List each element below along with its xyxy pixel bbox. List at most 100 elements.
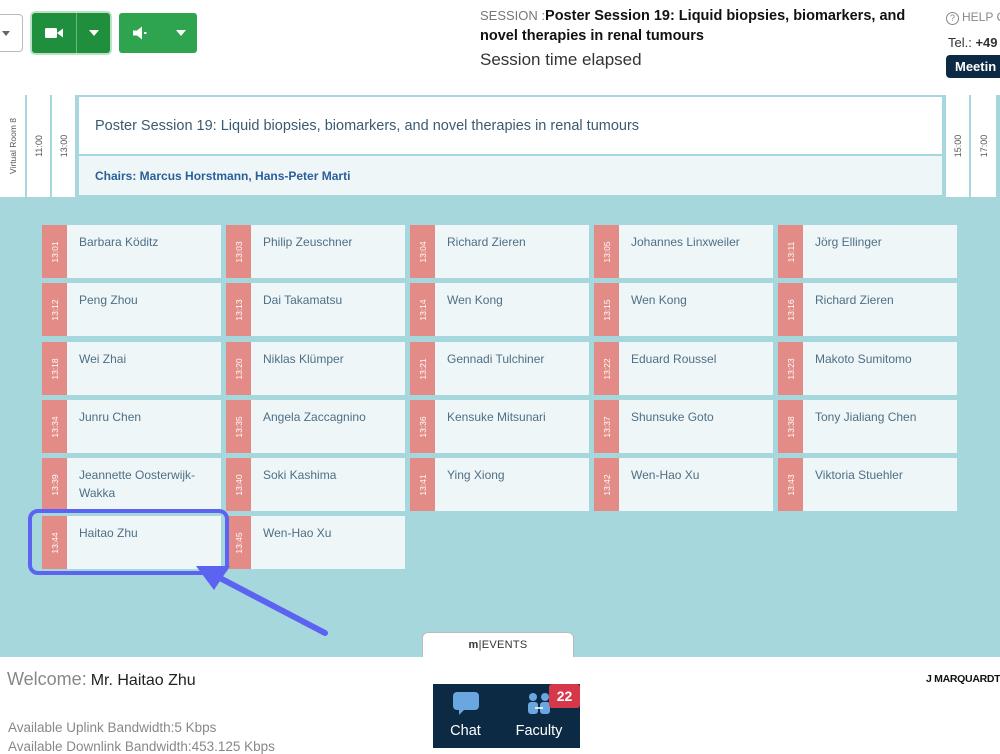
presentation-time: 13:03 [226,225,251,278]
user-name: Mr. Haitao Zhu [90,672,196,689]
presentation-time-label: 13:18 [49,357,60,380]
presentation-card[interactable]: 13:15 Wen Kong [594,283,773,336]
presenter-name: Soki Kashima [263,468,337,482]
presentation-time: 13:45 [226,516,251,569]
presentation-time-label: 13:04 [417,240,428,263]
presentation-time: 13:20 [226,342,251,395]
presentation-card[interactable]: 13:36 Kensuke Mitsunari [410,400,589,453]
presentation-card[interactable]: 13:22 Eduard Roussel [594,342,773,395]
presentation-time-label: 13:16 [785,298,796,321]
time-label: 15:00 [952,134,963,158]
tel-value: +49 [975,35,998,50]
presentation-time-label: 13:21 [417,357,428,380]
presentation-card[interactable]: 13:21 Gennadi Tulchiner [410,342,589,395]
presentation-time-label: 13:35 [233,415,244,438]
presentation-time: 13:42 [594,458,619,511]
presentation-time: 13:39 [42,458,67,511]
presentation-card[interactable]: 13:38 Tony Jialiang Chen [778,400,957,453]
audio-toggle-button[interactable] [119,13,197,53]
presentation-time-label: 13:45 [233,531,244,554]
time-label: 13:00 [58,134,69,158]
presentation-card[interactable]: 13:11 Jörg Ellinger [778,225,957,278]
presenter-name: Wen-Hao Xu [631,468,700,482]
video-toggle-button[interactable] [32,13,110,53]
presenter-name: Wen Kong [631,293,687,307]
uplink-bandwidth: Available Uplink Bandwidth:5 Kbps [8,720,217,735]
time-label: 17:00 [978,134,989,158]
presenter-name: Richard Zieren [815,293,894,307]
presentation-card[interactable]: 13:12 Peng Zhou [42,283,221,336]
presentation-time-label: 13:23 [785,357,796,380]
presentation-card[interactable]: 13:45 Wen-Hao Xu [226,516,405,569]
faculty-label: Faculty [515,723,563,739]
help-icon: ? [946,12,959,25]
chairs-box: Chairs: Marcus Horstmann, Hans-Peter Mar… [79,156,942,195]
presentation-time-label: 13:34 [49,415,60,438]
tel-label: Tel.: [948,35,972,50]
session-title-box[interactable]: Poster Session 19: Liquid biopsies, biom… [79,97,942,154]
presentation-card[interactable]: 13:42 Wen-Hao Xu [594,458,773,511]
presentation-time: 13:40 [226,458,251,511]
dropdown-button[interactable] [0,14,23,52]
presenter-name: Barbara Köditz [79,235,159,249]
presentation-card[interactable]: 13:13 Dai Takamatsu [226,283,405,336]
presenter-name: Johannes Linxweiler [631,235,740,249]
presenter-name: Makoto Sumitomo [815,352,912,366]
mevents-logo-bold: m [468,639,479,651]
presentation-time: 13:34 [42,400,67,453]
presentation-card[interactable]: 13:01 Barbara Köditz [42,225,221,278]
audio-options-dropdown[interactable] [164,13,197,53]
room-column: Virtual Room 8 [0,95,27,197]
presentation-time: 13:05 [594,225,619,278]
presentation-card[interactable]: 13:34 Junru Chen [42,400,221,453]
presenter-name: Dai Takamatsu [263,293,343,307]
presentation-card[interactable]: 13:14 Wen Kong [410,283,589,336]
presentation-time: 13:43 [778,458,803,511]
presentation-card[interactable]: 13:23 Makoto Sumitomo [778,342,957,395]
session-prefix: SESSION : [480,8,546,23]
session-elapsed-label: Session time elapsed [480,50,642,69]
presentation-time: 13:01 [42,225,67,278]
presentation-time: 13:41 [410,458,435,511]
presentation-card[interactable]: 13:18 Wei Zhai [42,342,221,395]
presentation-time: 13:12 [42,283,67,336]
chevron-down-icon [88,30,99,36]
presentation-card[interactable]: 13:03 Philip Zeuschner [226,225,405,278]
presentation-card[interactable]: 13:40 Soki Kashima [226,458,405,511]
presentation-card[interactable]: 13:20 Niklas Klümper [226,342,405,395]
presentation-time-label: 13:43 [785,473,796,496]
presentation-card[interactable]: 13:04 Richard Zieren [410,225,589,278]
presentation-card[interactable]: 13:43 Viktoria Stuehler [778,458,957,511]
presenter-name: Shunsuke Goto [631,410,714,424]
meeting-button[interactable]: Meetin [946,55,1000,78]
presentation-time-label: 13:42 [601,473,612,496]
presentation-time: 13:23 [778,342,803,395]
presentation-time-label: 13:05 [601,240,612,263]
presentation-time: 13:16 [778,283,803,336]
help-link[interactable]: ?HELP C [946,10,1000,25]
chat-button[interactable]: Chat [443,684,488,748]
presenter-name: Gennadi Tulchiner [447,352,545,366]
presentation-card[interactable]: 13:37 Shunsuke Goto [594,400,773,453]
video-options-dropdown[interactable] [77,13,110,53]
presentation-time-label: 13:03 [233,240,244,263]
chat-label: Chat [450,723,481,739]
presentation-card[interactable]: 13:05 Johannes Linxweiler [594,225,773,278]
presenter-name: Junru Chen [79,410,142,424]
presentation-card[interactable]: 13:39 Jeannette Oosterwijk-Wakka [42,458,221,511]
downlink-bandwidth: Available Downlink Bandwidth:453.125 Kbp… [8,739,275,754]
telephone-info: Tel.: +49 [948,35,998,50]
presentation-time-label: 13:41 [417,473,428,496]
faculty-count-badge: 22 [549,684,580,708]
presentation-time: 13:22 [594,342,619,395]
presentation-time: 13:37 [594,400,619,453]
chevron-down-icon [175,30,186,36]
presentation-card[interactable]: 13:41 Ying Xiong [410,458,589,511]
mevents-tab[interactable]: m|EVENTS [422,632,574,658]
presentation-time: 13:11 [778,225,803,278]
presentation-card[interactable]: 13:35 Angela Zaccagnino [226,400,405,453]
presentation-time: 13:14 [410,283,435,336]
presenter-name: Wei Zhai [79,352,127,366]
presentation-card[interactable]: 13:16 Richard Zieren [778,283,957,336]
presenter-name: Tony Jialiang Chen [815,410,917,424]
